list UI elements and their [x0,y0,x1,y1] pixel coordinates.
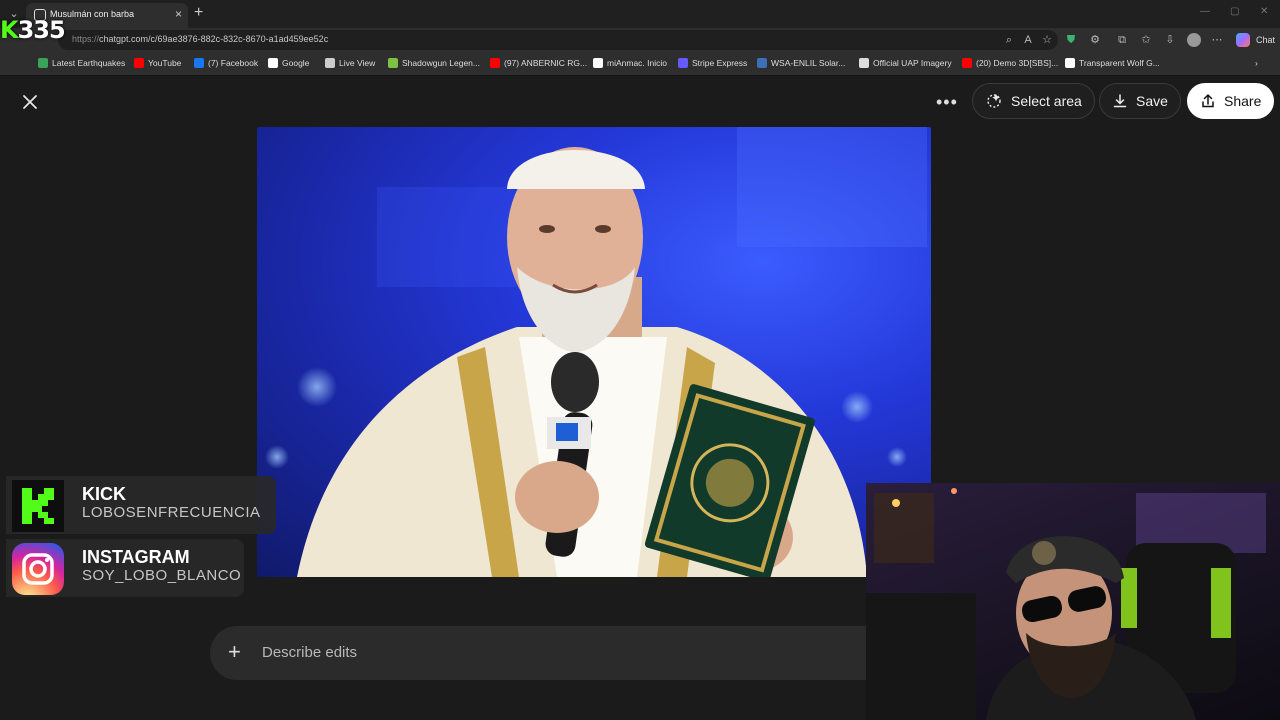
bookmark-favicon-icon [134,58,144,68]
generated-image[interactable] [257,127,931,577]
read-aloud-icon[interactable]: A [1021,33,1035,47]
new-tab-plus-icon[interactable]: + [194,4,203,22]
close-viewer-icon[interactable] [20,92,40,112]
bookmark-label: Shadowgun Legen... [402,58,480,68]
bookmark-item[interactable]: Official UAP Imagery [859,58,952,68]
bookmark-favicon-icon [325,58,335,68]
streamer-webcam [866,483,1280,720]
bookmark-favicon-icon [962,58,972,68]
bookmark-item[interactable]: YouTube [134,58,181,68]
window-close-icon[interactable]: ✕ [1260,6,1268,17]
save-button[interactable]: Save [1099,83,1181,119]
add-attachment-plus-icon[interactable]: + [228,639,241,665]
bookmark-label: (7) Facebook [208,58,259,68]
bookmark-label: Google [282,58,310,68]
bookmark-label: (20) Demo 3D[SBS]... [976,58,1059,68]
copilot-chat-label[interactable]: Chat [1256,35,1275,45]
save-label: Save [1136,93,1168,109]
download-icon [1113,94,1127,108]
split-screen-icon[interactable]: ⧉ [1115,33,1129,47]
kick-name: KICK [82,484,126,504]
describe-edits-placeholder: Describe edits [262,644,358,661]
kick-handle: LOBOSENFRECUENCIA [82,504,261,521]
bookmark-label: Stripe Express [692,58,748,68]
instagram-name: INSTAGRAM [82,547,190,567]
bookmark-favicon-icon [593,58,603,68]
generated-image-illustration [265,127,927,577]
tab-bar: ⌄ Musulmán con barba × + — ▢ ✕ [0,0,1280,28]
instagram-handle: SOY_LOBO_BLANCO [82,567,242,584]
downloads-icon[interactable]: ⇩ [1163,33,1177,47]
bookmark-item[interactable]: Latest Earthquakes [38,58,125,68]
bookmarks-bar: Latest Earthquakes YouTube (7) Facebook Goo… [0,52,1280,76]
more-options-icon[interactable]: ••• [936,92,958,113]
bookmark-item[interactable]: WSA-ENLIL Solar... [757,58,845,68]
bookmark-label: (97) ANBERNIC RG... [504,58,588,68]
share-label: Share [1224,93,1262,109]
describe-edits-input[interactable]: + Describe edits [210,626,910,680]
bookmark-label: WSA-ENLIL Solar... [771,58,846,68]
select-area-button[interactable]: Select area [972,83,1095,119]
bookmark-item[interactable]: Live View [325,58,375,68]
select-area-label: Select area [1011,93,1082,109]
bookmark-item[interactable]: Stripe Express [678,58,747,68]
minimize-icon[interactable]: — [1200,6,1210,17]
bookmark-label: miAnmac. Inicio [607,58,667,68]
bookmark-label: Latest Earthquakes [52,58,126,68]
bookmark-favicon-icon [678,58,688,68]
share-button[interactable]: Share [1187,83,1275,119]
bookmark-item[interactable]: Transparent Wolf G... [1065,58,1160,68]
bookmark-label: Official UAP Imagery [873,58,952,68]
bookmark-favicon-icon [268,58,278,68]
bookmark-favicon-icon [490,58,500,68]
share-upload-icon [1202,93,1214,108]
kick-social-card: KICK LOBOSENFRECUENCIA [6,476,276,534]
bookmark-favicon-icon [194,58,204,68]
favorites-icon[interactable]: ✩ [1139,33,1153,47]
instagram-logo-icon [12,543,64,595]
extensions-icon[interactable]: ⚙ [1088,33,1102,47]
bookmark-favicon-icon [757,58,767,68]
copilot-icon[interactable] [1236,33,1250,47]
bookmark-item[interactable]: Google [268,58,309,68]
bookmark-item[interactable]: (97) ANBERNIC RG... [490,58,587,68]
stream-viewer-counter: K335 [0,16,66,44]
bookmark-favicon-icon [859,58,869,68]
tab-close-icon[interactable]: × [175,7,182,21]
bookmark-favicon-icon [1065,58,1075,68]
kick-logo-icon [12,480,64,532]
bookmark-favicon-icon [38,58,48,68]
bookmarks-overflow-chevron-icon[interactable]: › [1255,58,1258,68]
bookmark-item[interactable]: (7) Facebook [194,58,258,68]
bookmark-item[interactable]: Shadowgun Legen... [388,58,480,68]
bookmark-item[interactable]: miAnmac. Inicio [593,58,667,68]
maximize-icon[interactable]: ▢ [1230,6,1239,17]
bookmark-label: YouTube [148,58,182,68]
zoom-icon[interactable]: ⌕ [1002,33,1016,47]
instagram-social-card: INSTAGRAM SOY_LOBO_BLANCO [6,539,244,597]
more-menu-icon[interactable]: ⋯ [1210,33,1224,47]
bookmark-favicon-icon [388,58,398,68]
bookmark-label: Live View [339,58,376,68]
url-text[interactable]: https://chatgpt.com/c/69ae3876-882c-832c… [72,34,328,44]
profile-avatar[interactable] [1187,33,1201,47]
bookmark-item[interactable]: (20) Demo 3D[SBS]... [962,58,1058,68]
bookmark-label: Transparent Wolf G... [1079,58,1160,68]
extension-shield-icon[interactable]: ⛊ [1064,33,1078,47]
webcam-scene-illustration [866,488,1266,720]
select-area-icon [987,94,1001,108]
favorite-star-icon[interactable]: ☆ [1040,33,1054,47]
address-bar: https://chatgpt.com/c/69ae3876-882c-832c… [0,28,1280,52]
